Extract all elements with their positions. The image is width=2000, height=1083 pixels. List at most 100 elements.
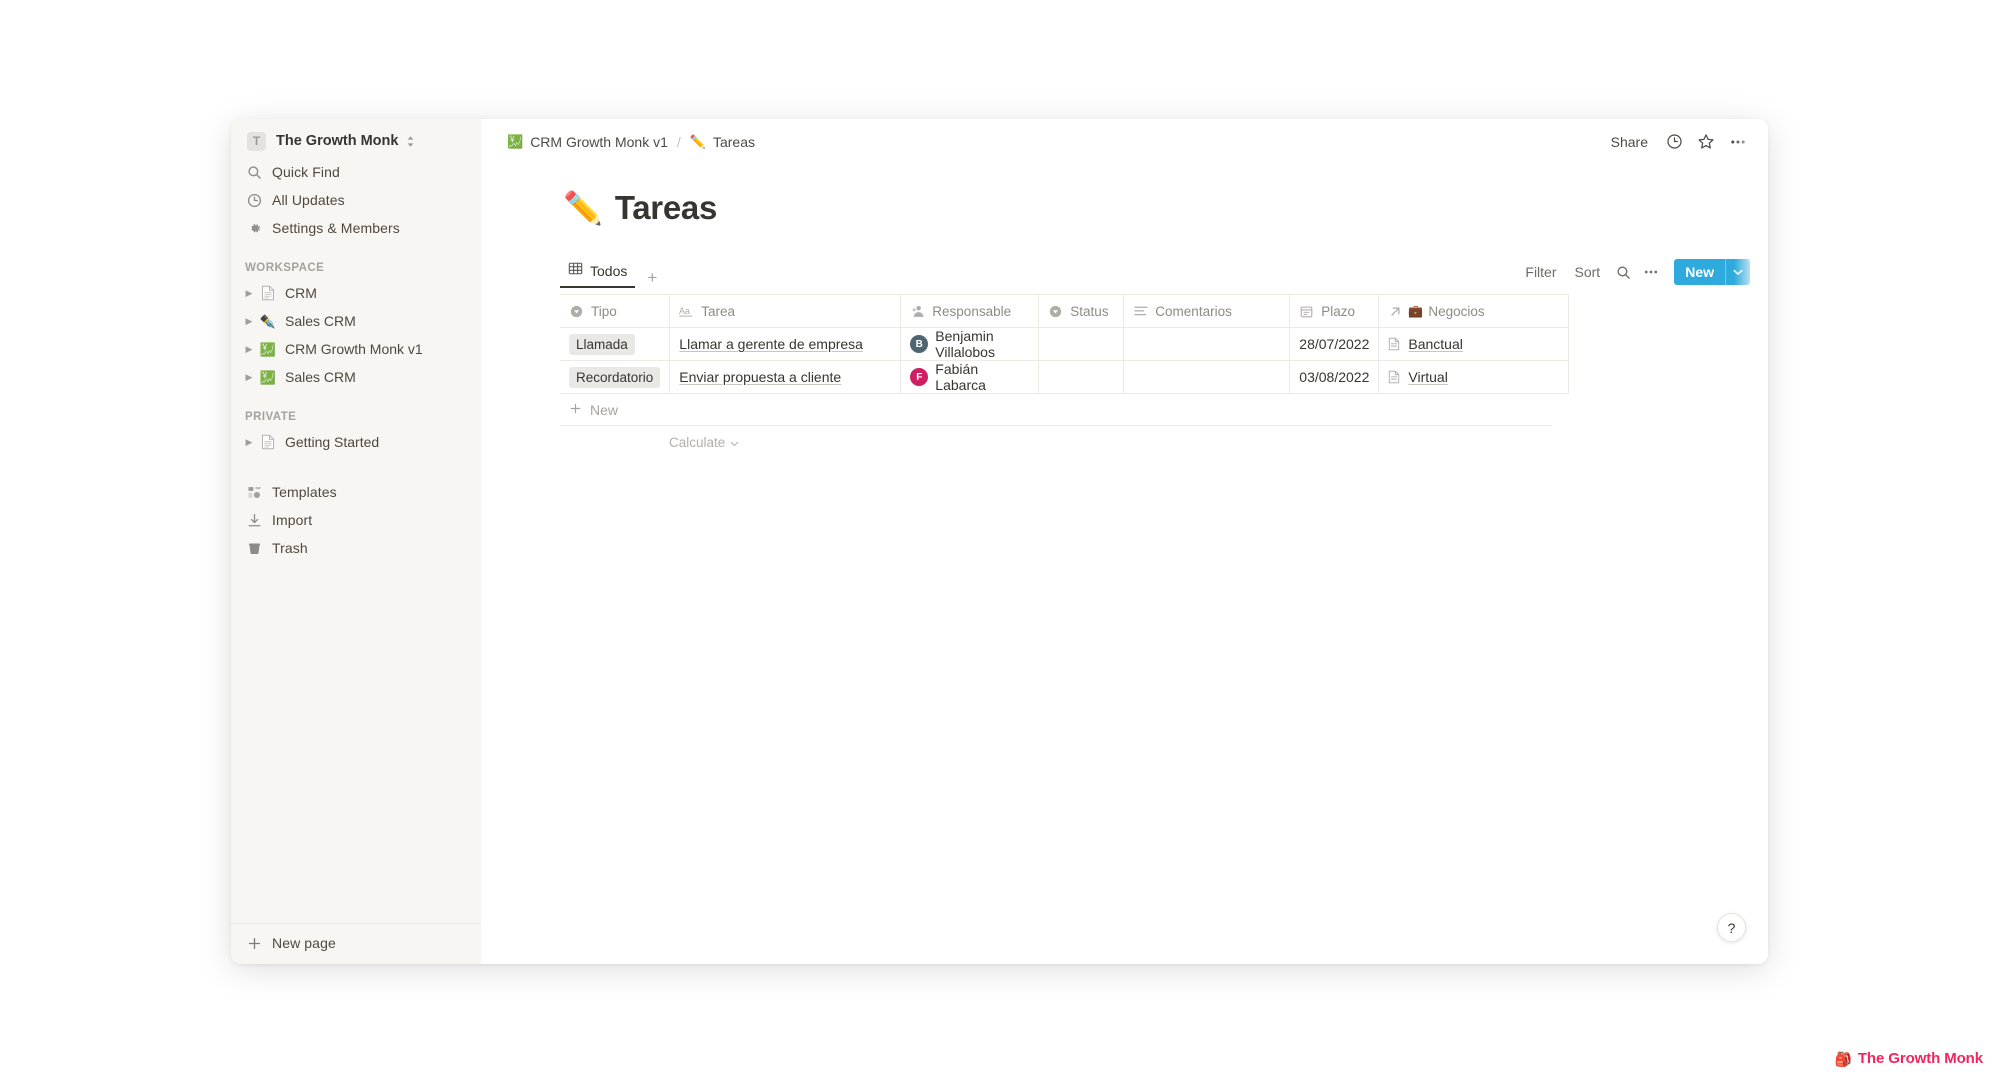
- relation-link[interactable]: Banctual: [1408, 336, 1462, 352]
- sidebar-footer: New page: [231, 923, 481, 964]
- sidebar-item-quick-find[interactable]: Quick Find: [239, 158, 473, 186]
- chart-increasing-yen-emoji-icon: 💹: [259, 341, 277, 357]
- workspace-switcher[interactable]: T The Growth Monk: [235, 124, 477, 158]
- chart-increasing-yen-emoji-icon: 💹: [507, 134, 524, 149]
- column-header-negocios[interactable]: 💼 Negocios: [1378, 294, 1570, 328]
- relation-link[interactable]: Virtual: [1408, 369, 1447, 385]
- sidebar-page-sales-crm-2[interactable]: ▶ 💹 Sales CRM: [239, 363, 473, 391]
- sidebar-item-label: Settings & Members: [272, 220, 400, 236]
- cell-status[interactable]: [1038, 360, 1125, 394]
- avatar: F: [910, 368, 929, 386]
- sidebar-item-label: Quick Find: [272, 164, 340, 180]
- status-badge: Recordatorio: [569, 366, 661, 388]
- import-icon: [245, 511, 263, 529]
- favorite-star-icon[interactable]: [1692, 128, 1720, 156]
- record-title-link[interactable]: Enviar propuesta a cliente: [679, 369, 841, 385]
- briefcase-emoji-icon: 💼: [1408, 304, 1424, 318]
- avatar: B: [910, 335, 929, 353]
- cell-comentarios[interactable]: [1123, 360, 1291, 394]
- clock-icon: [245, 191, 263, 209]
- help-button[interactable]: ?: [1717, 913, 1746, 942]
- cell-comentarios[interactable]: [1123, 327, 1291, 361]
- tab-todos[interactable]: Todos: [560, 257, 636, 288]
- cell-responsable[interactable]: F Fabián Labarca: [900, 360, 1040, 394]
- more-options-icon[interactable]: [1638, 260, 1664, 284]
- table-row[interactable]: Llamada Llamar a gerente de empresa B Be…: [560, 327, 1570, 361]
- sidebar-item-all-updates[interactable]: All Updates: [239, 186, 473, 214]
- sidebar-item-trash[interactable]: Trash: [239, 534, 473, 562]
- sidebar-page-crm-growth-monk-v1[interactable]: ▶ 💹 CRM Growth Monk v1: [239, 335, 473, 363]
- gear-icon: [245, 219, 263, 237]
- column-header-status[interactable]: Status: [1038, 294, 1125, 328]
- cell-tipo[interactable]: Llamada: [560, 327, 671, 361]
- cell-plazo[interactable]: 03/08/2022: [1289, 360, 1380, 394]
- document-icon: [259, 284, 277, 302]
- expand-triangle-icon[interactable]: ▶: [241, 313, 257, 329]
- breadcrumb-item-page[interactable]: ✏️ Tareas: [684, 132, 761, 152]
- calculate-button[interactable]: Calculate: [663, 432, 745, 453]
- sidebar-section-private-title: PRIVATE: [245, 411, 297, 423]
- watermark: 🎒 The Growth Monk: [1834, 1050, 1983, 1067]
- column-header-responsable[interactable]: Responsable: [900, 294, 1040, 328]
- expand-triangle-icon[interactable]: ▶: [241, 285, 257, 301]
- cell-responsable[interactable]: B Benjamin Villalobos: [900, 327, 1040, 361]
- sidebar-page-getting-started[interactable]: ▶ Getting Started: [239, 428, 473, 456]
- column-header-label: Plazo: [1321, 303, 1356, 319]
- calculate-label: Calculate: [669, 435, 726, 450]
- chevron-up-down-icon: [406, 135, 415, 148]
- column-header-tarea[interactable]: Aa Tarea: [669, 294, 902, 328]
- sidebar-item-import[interactable]: Import: [239, 506, 473, 534]
- sort-button[interactable]: Sort: [1567, 261, 1609, 283]
- expand-triangle-icon[interactable]: ▶: [241, 341, 257, 357]
- expand-triangle-icon[interactable]: ▶: [241, 434, 257, 450]
- cell-tipo[interactable]: Recordatorio: [560, 360, 671, 394]
- new-page-button[interactable]: New page: [239, 928, 473, 958]
- relation-arrow-icon: [1388, 305, 1403, 318]
- column-header-plazo[interactable]: Plazo: [1289, 294, 1380, 328]
- new-row-button[interactable]: New: [560, 394, 1552, 426]
- sidebar-item-settings-members[interactable]: Settings & Members: [239, 214, 473, 242]
- column-header-label: Negocios: [1428, 303, 1485, 319]
- cell-status[interactable]: [1038, 327, 1125, 361]
- cell-tarea[interactable]: Llamar a gerente de empresa: [669, 327, 902, 361]
- main-area: 💹 CRM Growth Monk v1 / ✏️ Tareas Share ✏…: [481, 119, 1768, 964]
- new-record-button[interactable]: New: [1674, 259, 1750, 285]
- database-table-wrapper: Tipo Aa Tarea Responsable Status Comenta…: [560, 294, 1768, 459]
- record-title-link[interactable]: Llamar a gerente de empresa: [679, 336, 863, 352]
- column-header-tipo[interactable]: Tipo: [560, 294, 671, 328]
- table-row[interactable]: Recordatorio Enviar propuesta a cliente …: [560, 360, 1570, 394]
- column-header-comentarios[interactable]: Comentarios: [1123, 294, 1291, 328]
- breadcrumb-separator: /: [676, 133, 681, 150]
- filter-button[interactable]: Filter: [1517, 261, 1564, 283]
- share-button[interactable]: Share: [1603, 128, 1656, 156]
- person-name: Benjamin Villalobos: [935, 328, 995, 360]
- sidebar-page-crm[interactable]: ▶ CRM: [239, 279, 473, 307]
- select-icon: [1048, 305, 1063, 318]
- sidebar-item-label: Templates: [272, 484, 337, 500]
- breadcrumb-label: CRM Growth Monk v1: [530, 133, 668, 150]
- breadcrumb-item-database[interactable]: 💹 CRM Growth Monk v1: [501, 132, 674, 152]
- workspace-name: The Growth Monk: [276, 133, 399, 149]
- cell-negocios[interactable]: Virtual: [1378, 360, 1570, 394]
- cell-negocios[interactable]: Banctual: [1378, 327, 1570, 361]
- cell-plazo[interactable]: 28/07/2022: [1289, 327, 1380, 361]
- sidebar-page-label: CRM: [285, 285, 317, 301]
- document-icon: [1388, 337, 1402, 351]
- sidebar-page-sales-crm-1[interactable]: ▶ ✒️ Sales CRM: [239, 307, 473, 335]
- table-header: Tipo Aa Tarea Responsable Status Comenta…: [560, 294, 1570, 328]
- updates-clock-icon[interactable]: [1660, 128, 1688, 156]
- breadcrumb-label: Tareas: [712, 133, 755, 150]
- sidebar-page-label: Getting Started: [285, 434, 380, 450]
- add-view-button[interactable]: +: [641, 267, 663, 288]
- calendar-icon: [1299, 305, 1314, 318]
- column-header-label: Responsable: [932, 303, 1012, 319]
- chevron-down-icon[interactable]: [1726, 259, 1750, 285]
- expand-triangle-icon[interactable]: ▶: [241, 369, 257, 385]
- templates-icon: [245, 483, 263, 501]
- cell-tarea[interactable]: Enviar propuesta a cliente: [669, 360, 902, 394]
- column-header-label: Tarea: [701, 303, 736, 319]
- sidebar-item-templates[interactable]: Templates: [239, 478, 473, 506]
- more-options-icon[interactable]: [1724, 128, 1752, 156]
- search-icon[interactable]: [1610, 260, 1636, 284]
